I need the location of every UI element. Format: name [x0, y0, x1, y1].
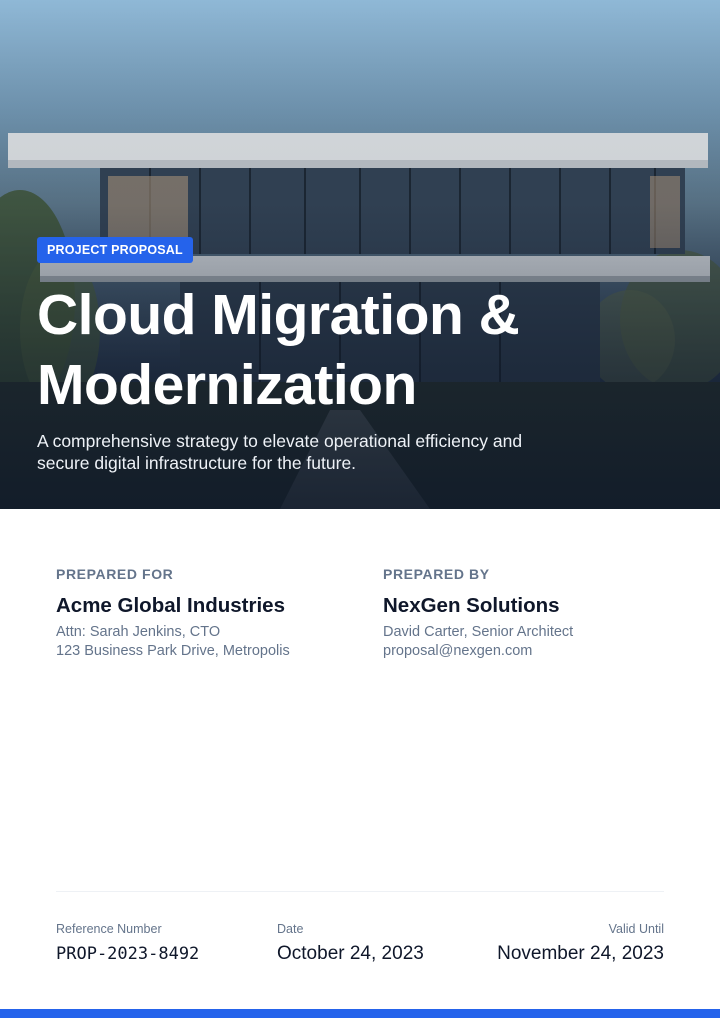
document-subtitle: A comprehensive strategy to elevate oper…	[37, 430, 597, 474]
vendor-name: NexGen Solutions	[383, 594, 560, 617]
title-line: Modernization	[37, 353, 417, 417]
valid-until-value: November 24, 2023	[497, 943, 664, 964]
client-address: 123 Business Park Drive, Metropolis	[56, 643, 290, 659]
vendor-email: proposal@nexgen.com	[383, 643, 533, 659]
client-name: Acme Global Industries	[56, 594, 285, 617]
title-line: Cloud Migration &	[37, 283, 520, 347]
date-value: October 24, 2023	[277, 943, 424, 964]
reference-number-value: PROP-2023-8492	[56, 944, 200, 964]
date-block: Date October 24, 2023	[277, 921, 424, 966]
subtitle-line: secure digital infrastructure for the fu…	[37, 453, 357, 473]
prepared-for-label: PREPARED FOR	[56, 566, 174, 582]
prepared-for-block: PREPARED FOR Acme Global Industries Attn…	[56, 565, 356, 660]
client-attention: Attn: Sarah Jenkins, CTO	[56, 624, 221, 640]
document-title: Cloud Migration & Modernization	[37, 280, 677, 420]
prepared-by-label: PREPARED BY	[383, 566, 490, 582]
project-proposal-badge: PROJECT PROPOSAL	[37, 237, 193, 263]
prepared-by-block: PREPARED BY NexGen Solutions David Carte…	[383, 565, 683, 660]
subtitle-line: A comprehensive strategy to elevate oper…	[37, 431, 523, 451]
valid-until-block: Valid Until November 24, 2023	[497, 921, 664, 966]
reference-number-block: Reference Number PROP-2023-8492	[56, 921, 199, 966]
valid-until-label: Valid Until	[608, 922, 664, 936]
reference-number-label: Reference Number	[56, 922, 162, 936]
footer-divider	[56, 891, 664, 892]
date-label: Date	[277, 922, 304, 936]
accent-bottom-bar	[0, 1009, 720, 1018]
vendor-contact: David Carter, Senior Architect	[383, 624, 574, 640]
hero-banner: PROJECT PROPOSAL Cloud Migration & Moder…	[0, 0, 720, 509]
